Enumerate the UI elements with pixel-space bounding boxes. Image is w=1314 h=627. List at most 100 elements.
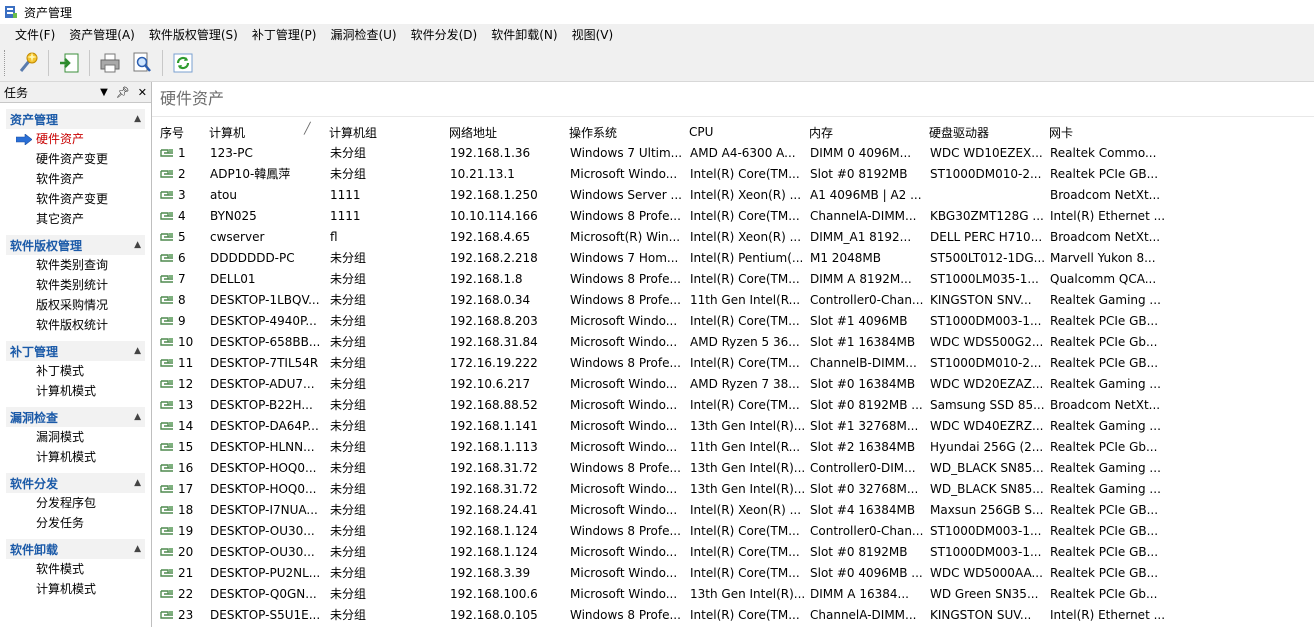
table-cell: Microsoft Windo... (570, 503, 678, 517)
table-cell: DESKTOP-PU2NL... (210, 566, 321, 580)
table-row[interactable]: 17 DESKTOP-HOQ0... 未分组 192.168.31.72 Microso… (152, 479, 1314, 500)
table-row[interactable]: 18 DESKTOP-I7NUA... 未分组 192.168.24.41 Micros… (152, 500, 1314, 521)
table-row[interactable]: 1 123-PC 未分组 192.168.1.36 Windows 7 Ultim...… (152, 143, 1314, 164)
task-item[interactable]: 软件类别查询 (0, 255, 151, 275)
collapse-icon[interactable]: ▲ (134, 346, 141, 356)
task-item[interactable]: 计算机模式 (0, 447, 151, 467)
print-button[interactable] (96, 49, 124, 77)
task-item[interactable]: 软件资产 (0, 169, 151, 189)
task-item[interactable]: 计算机模式 (0, 579, 151, 599)
menu-item[interactable]: 视图(V) (565, 26, 621, 43)
table-row[interactable]: 5 cwserver fl 192.168.4.65 Microsoft(R) Win.… (152, 227, 1314, 248)
menu-item[interactable]: 补丁管理(P) (245, 26, 324, 43)
column-header[interactable]: CPU (689, 125, 807, 139)
task-item[interactable]: 软件类别统计 (0, 275, 151, 295)
dropdown-icon[interactable]: ▼ (100, 87, 108, 98)
task-item[interactable]: 补丁模式 (0, 361, 151, 381)
column-header[interactable]: 网卡 (1049, 124, 1167, 141)
table-row[interactable]: 16 DESKTOP-HOQ0... 未分组 192.168.31.72 Windows… (152, 458, 1314, 479)
task-item[interactable]: 分发程序包 (0, 493, 151, 513)
table-row[interactable]: 2 ADP10-韓鳳萍 未分组 10.21.13.1 Microsoft Windo..… (152, 164, 1314, 185)
collapse-icon[interactable]: ▲ (134, 240, 141, 250)
column-header[interactable]: 硬盘驱动器 (929, 124, 1047, 141)
table-cell: DIMM A 8192M... (810, 272, 912, 286)
task-item[interactable]: 硬件资产 (0, 129, 151, 149)
table-cell: Intel(R) Core(TM... (690, 356, 800, 370)
table-row[interactable]: 3 atou 1111 192.168.1.250 Windows Server ...… (152, 185, 1314, 206)
task-item[interactable]: 硬件资产变更 (0, 149, 151, 169)
table-cell: DESKTOP-658BB... (210, 335, 321, 349)
collapse-icon[interactable]: ▲ (134, 114, 141, 124)
collapse-icon[interactable]: ▲ (134, 478, 141, 488)
task-group-header[interactable]: 软件分发 ▲ (6, 473, 145, 493)
table-row[interactable]: 6 DDDDDDD-PC 未分组 192.168.2.218 Windows 7 Hom… (152, 248, 1314, 269)
table-row[interactable]: 10 DESKTOP-658BB... 未分组 192.168.31.84 Micros… (152, 332, 1314, 353)
task-item[interactable]: 计算机模式 (0, 381, 151, 401)
task-item[interactable]: 其它资产 (0, 209, 151, 229)
pin-icon[interactable]: 📌︎ (116, 86, 130, 99)
menu-item[interactable]: 软件分发(D) (404, 26, 485, 43)
table-row[interactable]: 14 DESKTOP-DA64P... 未分组 192.168.1.141 Micros… (152, 416, 1314, 437)
menu-item[interactable]: 软件版权管理(S) (142, 26, 245, 43)
table-row[interactable]: 8 DESKTOP-1LBQV... 未分组 192.168.0.34 Windows … (152, 290, 1314, 311)
table-row[interactable]: 7 DELL01 未分组 192.168.1.8 Windows 8 Profe... I… (152, 269, 1314, 290)
menu-item[interactable]: 文件(F) (8, 26, 62, 43)
print-preview-button[interactable] (128, 49, 156, 77)
refresh-button[interactable] (169, 49, 197, 77)
table-row[interactable]: 19 DESKTOP-OU30... 未分组 192.168.1.124 Windows… (152, 521, 1314, 542)
table-cell: 未分组 (330, 587, 367, 601)
toolbar-grip[interactable] (4, 50, 8, 76)
task-item[interactable]: 软件资产变更 (0, 189, 151, 209)
table-cell: Slot #0 8192MB (810, 167, 908, 181)
table-cell: WDC WD10EZEX... (930, 146, 1043, 160)
task-group-header[interactable]: 软件版权管理 ▲ (6, 235, 145, 255)
table-cell: Slot #0 32768M... (810, 482, 919, 496)
task-item-label: 其它资产 (36, 212, 85, 226)
table-row[interactable]: 4 BYN025 1111 10.10.114.166 Windows 8 Profe.… (152, 206, 1314, 227)
table-cell: 192.168.24.41 (450, 503, 538, 517)
table-row[interactable]: 21 DESKTOP-PU2NL... 未分组 192.168.3.39 Microso… (152, 563, 1314, 584)
task-group-header[interactable]: 资产管理 ▲ (6, 109, 145, 129)
task-item[interactable]: 软件模式 (0, 559, 151, 579)
table-cell: ST1000DM010-2... (930, 356, 1042, 370)
table-cell: Intel(R) Xeon(R) ... (690, 230, 802, 244)
table-cell: Windows 8 Profe... (570, 524, 681, 538)
task-group-header[interactable]: 补丁管理 ▲ (6, 341, 145, 361)
task-group-header[interactable]: 漏洞检查 ▲ (6, 407, 145, 427)
menu-item[interactable]: 软件卸载(N) (484, 26, 564, 43)
table-cell: Broadcom NetXt... (1050, 398, 1161, 412)
table-row[interactable]: 20 DESKTOP-OU30... 未分组 192.168.1.124 Microso… (152, 542, 1314, 563)
column-header[interactable]: 网络地址 (449, 124, 567, 141)
menu-item[interactable]: 资产管理(A) (62, 26, 142, 43)
collapse-icon[interactable]: ▲ (134, 412, 141, 422)
table-cell: 未分组 (330, 335, 367, 349)
table-row[interactable]: 23 DESKTOP-S5U1E... 未分组 192.168.0.105 Window… (152, 605, 1314, 626)
computer-network-icon (160, 401, 173, 409)
window-title: 资产管理 (24, 5, 73, 20)
column-header[interactable]: 操作系统 (569, 124, 687, 141)
column-header[interactable]: 内存 (809, 124, 927, 141)
close-icon[interactable]: ✕ (138, 86, 147, 99)
column-divider[interactable]: ╱ (304, 122, 311, 135)
task-group-header[interactable]: 软件卸载 ▲ (6, 539, 145, 559)
menu-item[interactable]: 漏洞检查(U) (323, 26, 403, 43)
table-cell: WDC WD20EZAZ... (930, 377, 1044, 391)
table-cell: Intel(R) Core(TM... (690, 545, 800, 559)
task-item[interactable]: 漏洞模式 (0, 427, 151, 447)
export-button[interactable] (55, 49, 83, 77)
table-cell: DESKTOP-HOQ0... (210, 461, 317, 475)
query-button[interactable] (14, 49, 42, 77)
table-row[interactable]: 22 DESKTOP-Q0GN... 未分组 192.168.100.6 Microso… (152, 584, 1314, 605)
collapse-icon[interactable]: ▲ (134, 544, 141, 554)
table-row[interactable]: 12 DESKTOP-ADU7... 未分组 192.10.6.217 Microsof… (152, 374, 1314, 395)
task-item[interactable]: 版权采购情况 (0, 295, 151, 315)
table-row[interactable]: 15 DESKTOP-HLNN... 未分组 192.168.1.113 Microso… (152, 437, 1314, 458)
column-header[interactable]: 序号 (160, 124, 205, 141)
table-row[interactable]: 11 DESKTOP-7TIL54R 未分组 172.16.19.222 Windows… (152, 353, 1314, 374)
column-header[interactable]: 计算机组 (329, 124, 447, 141)
table-cell: 未分组 (330, 314, 367, 328)
table-row[interactable]: 9 DESKTOP-4940P... 未分组 192.168.8.203 Microso… (152, 311, 1314, 332)
table-row[interactable]: 13 DESKTOP-B22H... 未分组 192.168.88.52 Microso… (152, 395, 1314, 416)
task-item[interactable]: 分发任务 (0, 513, 151, 533)
task-item[interactable]: 软件版权统计 (0, 315, 151, 335)
